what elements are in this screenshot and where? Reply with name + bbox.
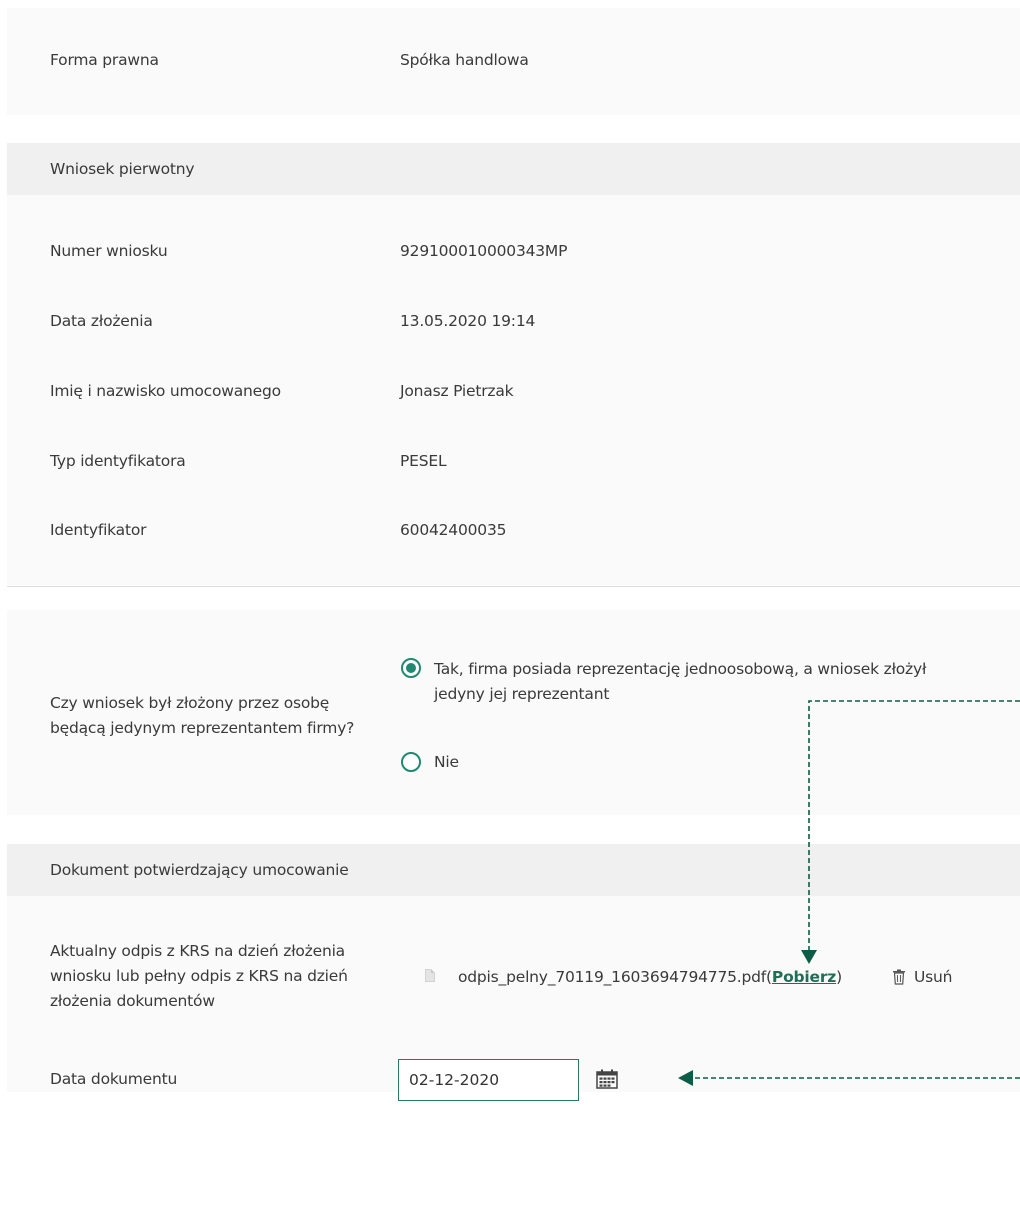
file-icon bbox=[425, 969, 435, 982]
proxy-name-label: Imię i nazwisko umocowanego bbox=[50, 382, 281, 400]
radio-no-label[interactable]: Nie bbox=[434, 752, 459, 772]
legal-form-label: Forma prawna bbox=[50, 51, 159, 69]
uploaded-file: odpis_pelny_70119_1603694794775.pdf(Pobi… bbox=[458, 967, 842, 987]
legal-form-value: Spółka handlowa bbox=[400, 51, 529, 69]
application-number-value: 929100010000343MP bbox=[400, 242, 568, 260]
authorization-document-title: Dokument potwierdzający umocowanie bbox=[50, 861, 349, 879]
file-name: odpis_pelny_70119_1603694794775.pdf bbox=[458, 968, 767, 986]
original-application-title: Wniosek pierwotny bbox=[50, 160, 195, 178]
document-date-input[interactable] bbox=[398, 1059, 579, 1101]
radio-yes[interactable] bbox=[401, 658, 421, 678]
trash-icon[interactable] bbox=[892, 969, 906, 985]
close-paren: ) bbox=[836, 968, 842, 986]
section-divider bbox=[7, 586, 1020, 587]
identifier-type-value: PESEL bbox=[400, 452, 447, 470]
submission-date-value: 13.05.2020 19:14 bbox=[400, 312, 536, 330]
download-link[interactable]: Pobierz bbox=[772, 968, 836, 986]
radio-no[interactable] bbox=[401, 752, 421, 772]
calendar-icon[interactable] bbox=[596, 1069, 618, 1089]
krs-extract-label: Aktualny odpis z KRS na dzień złożenia w… bbox=[50, 942, 348, 1010]
document-date-label: Data dokumentu bbox=[50, 1070, 178, 1088]
proxy-name-value: Jonasz Pietrzak bbox=[400, 382, 514, 400]
submission-date-label: Data złożenia bbox=[50, 312, 153, 330]
remove-file-button[interactable]: Usuń bbox=[914, 967, 952, 987]
representation-question: Czy wniosek był złożony przez osobę będą… bbox=[50, 694, 355, 737]
identifier-label: Identyfikator bbox=[50, 521, 147, 539]
application-number-label: Numer wniosku bbox=[50, 242, 168, 260]
identifier-type-label: Typ identyfikatora bbox=[50, 452, 186, 470]
radio-yes-label[interactable]: Tak, firma posiada reprezentację jednoos… bbox=[434, 657, 979, 707]
identifier-value: 60042400035 bbox=[400, 521, 507, 539]
